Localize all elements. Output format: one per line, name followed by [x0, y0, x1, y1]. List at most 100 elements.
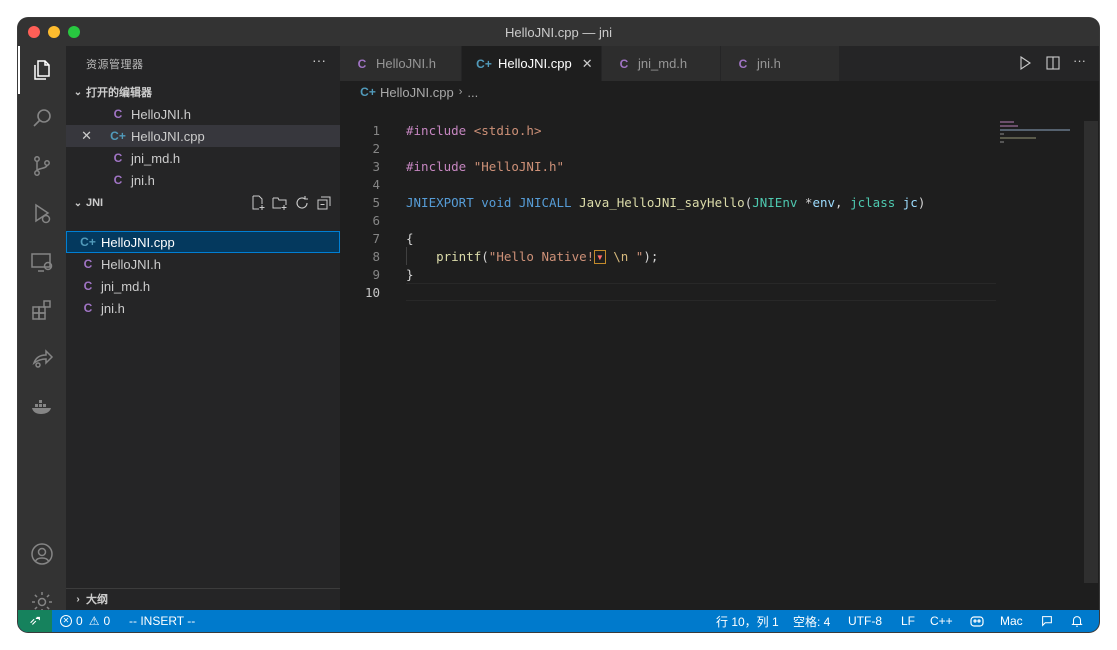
outline-header[interactable]: › 大纲 — [66, 588, 340, 610]
file-tree-item[interactable]: C HelloJNI.h — [66, 253, 340, 275]
cursor-position[interactable]: 行 10，列 1 — [716, 610, 779, 632]
split-editor-icon[interactable] — [1045, 55, 1061, 71]
warning-count: 0 — [103, 614, 111, 628]
indentation[interactable]: 空格: 4 — [793, 610, 830, 632]
c-file-icon: C — [619, 56, 629, 71]
tab-label: jni.h — [757, 56, 781, 71]
line-number: 6 — [372, 212, 380, 228]
line-number: 1 — [372, 122, 380, 138]
open-editor-label: jni_md.h — [131, 150, 181, 166]
more-actions-icon[interactable]: ··· — [1073, 54, 1089, 71]
chevron-down-icon: ⌄ — [73, 197, 83, 209]
open-editor-label: jni.h — [131, 172, 155, 188]
minimize-window-button[interactable] — [48, 26, 60, 38]
live-share-icon[interactable] — [30, 346, 54, 370]
editor-scrollbar[interactable] — [1084, 121, 1098, 583]
breadcrumb-symbol[interactable]: ... — [467, 85, 478, 100]
search-icon[interactable] — [30, 106, 54, 130]
file-label: HelloJNI.h — [101, 256, 161, 272]
language-mode[interactable]: C++ — [930, 610, 953, 632]
cpp-file-icon: C+ — [476, 56, 492, 71]
scrollbar-thumb[interactable] — [1084, 121, 1098, 583]
tab-hellojni-h[interactable]: C HelloJNI.h — [340, 46, 462, 81]
open-editor-item[interactable]: C HelloJNI.h — [66, 103, 340, 125]
c-file-icon: C — [113, 107, 123, 121]
tab-label: HelloJNI.cpp — [498, 56, 572, 71]
chevron-right-icon: › — [458, 86, 463, 98]
code-line: 8 printf("Hello Native! ▾ \n "); — [340, 247, 1080, 265]
open-editor-label: HelloJNI.h — [131, 106, 191, 122]
platform[interactable]: Mac — [1000, 610, 1023, 632]
run-icon[interactable] — [1017, 55, 1033, 71]
notifications-bell-icon[interactable] — [1070, 610, 1084, 632]
close-editor-icon[interactable]: ✕ — [66, 128, 92, 144]
code-line: 5 JNIEXPORT void JNICALL Java_HelloJNI_s… — [340, 193, 1080, 211]
file-tree-item[interactable]: C+ HelloJNI.cpp — [66, 231, 340, 253]
code-text: #include "HelloJNI.h" — [406, 158, 565, 174]
error-icon: ✕ — [60, 615, 72, 627]
open-editors-header[interactable]: ⌄ 打开的编辑器 — [66, 81, 340, 103]
code-line: 10 — [340, 283, 1080, 301]
file-label: jni.h — [101, 300, 125, 316]
tab-jni-md-h[interactable]: C jni_md.h — [602, 46, 721, 81]
code-text: #include <stdio.h> — [406, 122, 542, 138]
close-window-button[interactable] — [28, 26, 40, 38]
docker-icon[interactable] — [30, 394, 54, 418]
vim-mode: -- INSERT -- — [129, 614, 196, 628]
line-number: 10 — [364, 284, 380, 300]
c-file-icon: C — [83, 301, 93, 315]
source-control-icon[interactable] — [30, 154, 54, 178]
file-tree-item[interactable]: C jni.h — [66, 297, 340, 319]
copilot-icon[interactable] — [969, 610, 985, 632]
feedback-icon[interactable] — [1040, 610, 1054, 632]
tab-hellojni-cpp[interactable]: C+ HelloJNI.cpp ✕ — [462, 46, 602, 81]
zoom-window-button[interactable] — [68, 26, 80, 38]
code-text: { — [406, 230, 414, 246]
tab-jni-h[interactable]: C jni.h — [721, 46, 840, 81]
collapse-all-icon[interactable] — [316, 195, 332, 211]
remote-icon — [30, 616, 40, 625]
breadcrumb-file[interactable]: HelloJNI.cpp — [380, 85, 454, 100]
explorer-icon[interactable] — [30, 58, 54, 82]
open-editor-item[interactable]: ✕ C+ HelloJNI.cpp — [66, 125, 340, 147]
sidebar-more-button[interactable]: ··· — [312, 52, 326, 68]
code-line: 7 { — [340, 229, 1080, 247]
extensions-icon[interactable] — [30, 298, 54, 322]
close-tab-icon[interactable]: ✕ — [582, 56, 593, 72]
new-file-icon[interactable] — [250, 195, 266, 211]
status-bar: ✕ 0 ⚠ 0 -- INSERT -- 行 10，列 1 空格: 4 UTF-… — [18, 610, 1099, 632]
c-file-icon: C — [738, 56, 748, 71]
end-of-line[interactable]: LF — [901, 610, 915, 632]
c-file-icon: C — [113, 151, 123, 165]
minimap[interactable] — [1000, 121, 1080, 151]
folder-header[interactable]: ⌄ JNI — [66, 192, 340, 214]
remote-explorer-icon[interactable] — [30, 250, 54, 274]
account-icon[interactable] — [30, 542, 54, 566]
open-editor-item[interactable]: C jni_md.h — [66, 147, 340, 169]
breadcrumb: C+ HelloJNI.cpp › ... — [340, 81, 1099, 103]
folder-label: JNI — [86, 197, 104, 209]
problems-indicator[interactable]: ✕ 0 ⚠ 0 — [60, 610, 110, 632]
title-bar: HelloJNI.cpp — jni — [18, 18, 1099, 46]
line-number: 9 — [372, 266, 380, 282]
file-tree-item[interactable]: C jni_md.h — [66, 275, 340, 297]
run-debug-icon[interactable] — [30, 202, 54, 226]
encoding[interactable]: UTF-8 — [848, 610, 882, 632]
c-file-icon: C — [113, 173, 123, 187]
remote-indicator[interactable] — [18, 610, 52, 632]
code-line: 6 — [340, 211, 1080, 229]
code-line: 3 #include "HelloJNI.h" — [340, 157, 1080, 175]
new-folder-icon[interactable] — [272, 195, 288, 211]
c-file-icon: C — [83, 257, 93, 271]
line-number: 7 — [372, 230, 380, 246]
active-indicator — [18, 46, 20, 94]
c-file-icon: C — [83, 279, 93, 293]
open-editor-item[interactable]: C jni.h — [66, 169, 340, 191]
code-text: } — [406, 266, 414, 282]
open-editor-label: HelloJNI.cpp — [131, 128, 205, 144]
tab-label: HelloJNI.h — [376, 56, 436, 71]
code-editor[interactable]: 1 #include <stdio.h> 2 3 #include "Hello… — [340, 103, 1099, 610]
code-line: 9 } — [340, 265, 1080, 283]
cpp-file-icon: C+ — [360, 85, 376, 99]
refresh-icon[interactable] — [294, 195, 310, 211]
